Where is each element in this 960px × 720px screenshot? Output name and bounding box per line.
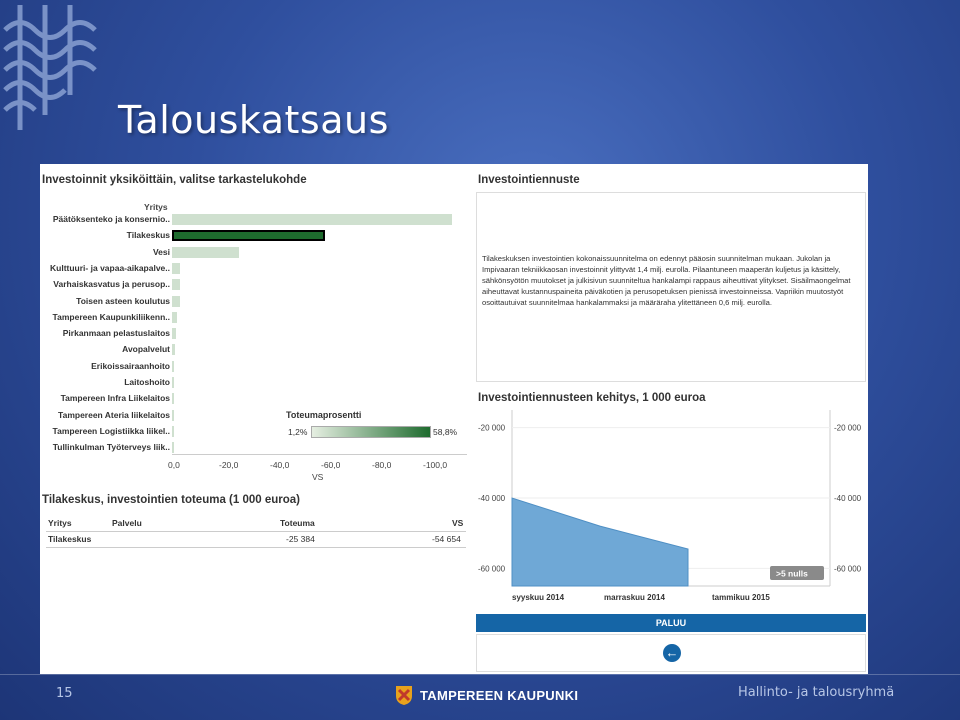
footer-department: Hallinto- ja talousryhmä (738, 685, 895, 700)
legend-title: Toteumaprosentti (286, 410, 362, 420)
col-yritys: Yritys (48, 518, 72, 528)
x-tick: 0,0 (168, 460, 180, 470)
unit-bar[interactable] (172, 311, 178, 323)
cell-vs: -54 654 (432, 534, 461, 544)
paluu-button[interactable]: PALUU (476, 614, 866, 632)
unit-row[interactable]: Tilakeskus (40, 228, 470, 243)
tampere-crest-icon (396, 686, 412, 705)
cell-yritys: Tilakeskus (48, 534, 92, 544)
unit-label: Pirkanmaan pelastuslaitos (62, 328, 170, 339)
x-tick: syyskuu 2014 (512, 593, 565, 602)
x-axis-line (172, 454, 467, 455)
forecast-area-chart: -60 000 -60 000 -40 000 -40 000 -20 000 -20 0… (478, 410, 862, 602)
forecast-text-box: Tilakeskuksen investointien kokonaissuun… (476, 192, 866, 382)
y-tick-right: -60 000 (834, 564, 862, 573)
unit-row[interactable]: Tampereen Kaupunkiliikenn.. (40, 310, 470, 325)
table-title: Tilakeskus, investointien toteuma (1 000… (42, 494, 300, 506)
unit-bar[interactable] (172, 295, 180, 307)
footer-org: TAMPEREEN KAUPUNKI (394, 684, 578, 706)
unit-row[interactable]: Laitoshoito (40, 375, 470, 390)
x-tick: -100,0 (423, 460, 448, 470)
unit-row[interactable]: Varhaiskasvatus ja perusop.. (40, 277, 470, 292)
unit-bar[interactable] (172, 360, 175, 372)
col-vs: VS (452, 518, 464, 528)
x-axis-label: VS (312, 472, 324, 482)
forecast-text: Tilakeskuksen investointien kokonaissuun… (482, 254, 851, 307)
x-tick: tammikuu 2015 (712, 593, 770, 602)
footer-divider (0, 674, 960, 675)
unit-label: Avopalvelut (122, 344, 170, 355)
units-chart-title: Investoinnit yksiköittäin, valitse tarka… (42, 174, 307, 186)
y-tick-left: -60 000 (478, 564, 506, 573)
unit-row[interactable]: Tullinkulman Työterveys liik.. (40, 440, 470, 455)
org-name: TAMPEREEN KAUPUNKI (420, 687, 579, 703)
forecast-title: Investointiennuste (478, 174, 580, 186)
col-toteuma: Toteuma (280, 518, 315, 528)
unit-label: Toisen asteen koulutus (76, 295, 170, 306)
unit-row[interactable]: Erikoissairaanhoito (40, 359, 470, 374)
unit-bar[interactable] (172, 344, 175, 356)
unit-bar[interactable] (172, 328, 176, 340)
unit-bar[interactable] (172, 377, 174, 388)
unit-bar[interactable] (172, 409, 174, 421)
y-tick-left: -20 000 (478, 424, 506, 433)
unit-row[interactable]: Avopalvelut (40, 342, 470, 357)
unit-label: Erikoissairaanhoito (91, 360, 170, 371)
tampere-pattern-logo (3, 5, 97, 130)
x-tick: marraskuu 2014 (604, 593, 665, 602)
legend-max: 58,8% (433, 427, 458, 437)
unit-row[interactable]: Päätöksenteko ja konsernio.. (40, 212, 470, 227)
table-row[interactable]: Tilakeskus -25 384 -54 654 (46, 532, 466, 548)
unit-bar[interactable] (172, 393, 174, 405)
unit-bar[interactable] (172, 230, 325, 242)
unit-label: Tampereen Logistiikka liikel.. (52, 425, 170, 436)
dashboard: Investoinnit yksiköittäin, valitse tarka… (40, 164, 868, 674)
unit-bar[interactable] (172, 246, 240, 258)
unit-row[interactable]: Vesi (40, 245, 470, 260)
unit-bar[interactable] (172, 279, 181, 291)
unit-label: Tampereen Infra Liikelaitos (60, 393, 170, 404)
unit-row[interactable]: Tampereen Infra Liikelaitos (40, 391, 470, 406)
unit-row[interactable]: Kulttuuri- ja vapaa-aikapalve.. (40, 261, 470, 276)
unit-label: Tullinkulman Työterveys liik.. (52, 442, 170, 453)
unit-bar[interactable] (172, 425, 174, 437)
x-tick: -40,0 (270, 460, 290, 470)
unit-label: Laitoshoito (124, 377, 170, 387)
unit-row[interactable]: Pirkanmaan pelastuslaitos (40, 326, 470, 341)
unit-bar[interactable] (172, 442, 174, 454)
unit-label: Tampereen Kaupunkiliikenn.. (52, 311, 170, 322)
unit-label: Päätöksenteko ja konsernio.. (52, 214, 170, 224)
x-tick: -60,0 (321, 460, 341, 470)
area-series (511, 497, 689, 587)
y-tick-right: -20 000 (834, 424, 862, 433)
unit-bar[interactable] (172, 262, 181, 274)
cell-toteuma: -25 384 (286, 534, 315, 544)
unit-label: Tilakeskus (126, 230, 170, 241)
slide-title: Talouskatsaus (118, 98, 389, 142)
forecast-chart-title: Investointiennusteen kehitys, 1 000 euro… (478, 392, 706, 404)
yritys-header: Yritys (144, 202, 168, 212)
back-area: ← (476, 634, 866, 672)
unit-row[interactable]: Tampereen Ateria liikelaitos (40, 408, 470, 423)
legend-min: 1,2% (288, 427, 308, 437)
page-number: 15 (56, 686, 73, 701)
col-palvelu: Palvelu (112, 518, 142, 528)
arrow-left-icon[interactable]: ← (663, 644, 681, 662)
y-tick-left: -40 000 (478, 494, 506, 503)
nulls-badge: >5 nulls (776, 569, 808, 579)
unit-bar[interactable] (172, 214, 452, 225)
x-tick: -80,0 (372, 460, 392, 470)
unit-label: Kulttuuri- ja vapaa-aikapalve.. (50, 262, 170, 273)
unit-label: Varhaiskasvatus ja perusop.. (53, 279, 170, 290)
unit-label: Vesi (152, 246, 170, 257)
x-tick: -20,0 (219, 460, 239, 470)
unit-row[interactable]: Toisen asteen koulutus (40, 294, 470, 309)
unit-label: Tampereen Ateria liikelaitos (58, 409, 170, 420)
y-tick-right: -40 000 (834, 494, 862, 503)
legend-gradient (311, 426, 431, 438)
table-header-row: Yritys Palvelu Toteuma VS (46, 516, 466, 532)
